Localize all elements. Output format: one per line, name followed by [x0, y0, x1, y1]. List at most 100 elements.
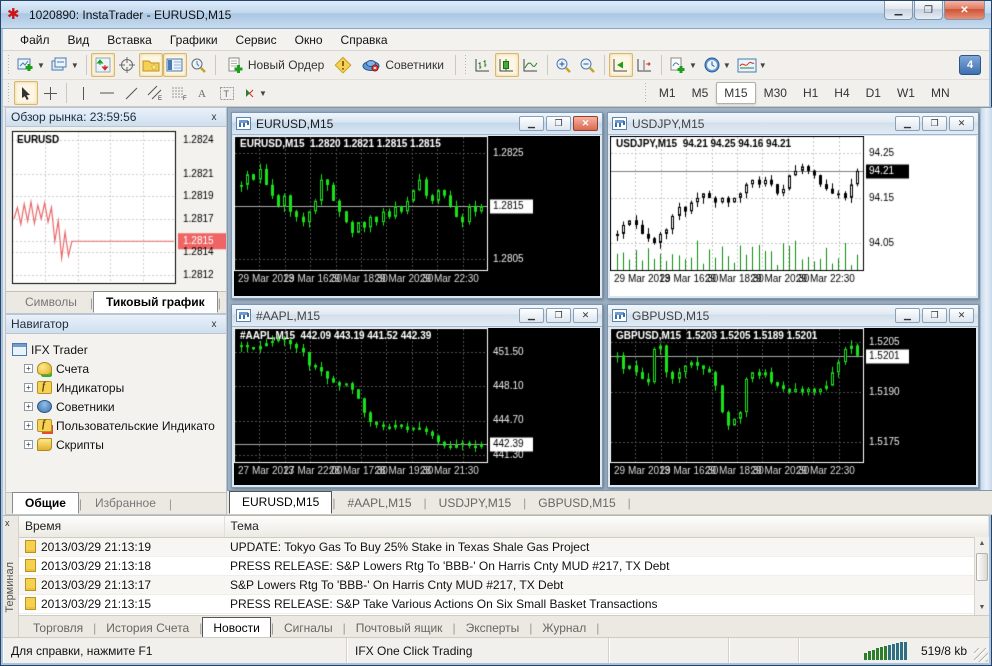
trendline-tool[interactable] [119, 81, 143, 105]
cursor-tool-button[interactable] [14, 81, 38, 105]
chart-tab-EURUSD,M15[interactable]: EURUSD,M15 [229, 491, 333, 514]
candlestick-chart-button[interactable] [494, 53, 519, 77]
scrollbar-thumb[interactable] [976, 553, 988, 581]
horizontal-line-tool[interactable] [95, 81, 119, 105]
timeframe-W1[interactable]: W1 [889, 82, 923, 104]
minimize-button[interactable]: ▁ [884, 1, 913, 20]
terminal-toggle[interactable] [162, 53, 187, 77]
news-col-topic[interactable]: Тема [224, 516, 989, 538]
menu-item-Вставка[interactable]: Вставка [98, 31, 161, 49]
zoom-in-button[interactable] [552, 53, 576, 77]
chart-window-titlebar[interactable]: EURUSD,M15 ▁ ❐ ✕ [232, 113, 602, 135]
bar-chart-button[interactable] [471, 53, 495, 77]
restore-button[interactable]: ❐ [546, 308, 571, 323]
close-icon[interactable]: x [207, 319, 221, 330]
equidistant-channel-tool[interactable]: E [143, 81, 167, 105]
minimize-button[interactable]: ▁ [519, 116, 544, 131]
timeframe-M30[interactable]: M30 [756, 82, 795, 104]
close-button[interactable]: ✕ [573, 116, 598, 131]
timeframe-M5[interactable]: M5 [684, 82, 717, 104]
expand-icon[interactable]: + [24, 440, 33, 449]
timeframe-H1[interactable]: H1 [795, 82, 826, 104]
close-icon[interactable]: x [207, 112, 221, 123]
zoom-out-button[interactable] [576, 53, 600, 77]
messages-badge-button[interactable]: 4 [959, 55, 981, 75]
profiles-button[interactable]: ▼ [48, 53, 82, 77]
chart-tab-#AAPL,M15[interactable]: #AAPL,M15 [335, 493, 423, 514]
candlestick-chart[interactable] [234, 136, 534, 286]
timeframe-M1[interactable]: M1 [651, 82, 684, 104]
timeframe-MN[interactable]: MN [923, 82, 958, 104]
minimize-button[interactable]: ▁ [895, 116, 920, 131]
menu-item-Графики[interactable]: Графики [161, 31, 227, 49]
scroll-down-icon[interactable]: ▼ [975, 601, 989, 615]
table-row[interactable]: 2013/03/29 21:13:18 PRESS RELEASE: S&P Lo… [19, 556, 989, 576]
chart-window-titlebar[interactable]: USDJPY,M15 ▁ ❐ ✕ [608, 113, 978, 135]
auto-scroll-button[interactable] [608, 53, 633, 77]
line-chart-button[interactable] [519, 53, 543, 77]
chart-tab-GBPUSD,M15[interactable]: GBPUSD,M15 [526, 493, 627, 514]
text-label-tool[interactable]: T [215, 81, 239, 105]
chart-tab-USDJPY,M15[interactable]: USDJPY,M15 [427, 493, 523, 514]
close-button[interactable]: ✕ [944, 1, 985, 20]
candlestick-chart[interactable] [610, 328, 910, 478]
chart-shift-button[interactable] [633, 53, 657, 77]
expand-icon[interactable]: + [24, 421, 33, 430]
table-row[interactable]: 2013/03/29 21:13:19 UPDATE: Tokyo Gas To … [19, 537, 989, 557]
close-button[interactable]: ✕ [949, 116, 974, 131]
expert-advisors-button[interactable]: Советники [355, 53, 451, 77]
toolbar-grip[interactable] [6, 83, 11, 103]
market-watch-toggle[interactable] [90, 53, 115, 77]
strategy-tester-button[interactable] [187, 53, 211, 77]
text-tool[interactable]: A [191, 81, 215, 105]
navigator-toggle[interactable] [138, 53, 163, 77]
navigator-item-IFX Trader[interactable]: IFX Trader [12, 340, 224, 359]
candlestick-chart[interactable] [610, 136, 910, 286]
navigator-header[interactable]: Навигатор x [6, 315, 226, 334]
navigator-item-Пользовательские Индикато[interactable]: + f Пользовательские Индикато [12, 416, 224, 435]
restore-button[interactable]: ❐ [922, 116, 947, 131]
new-order-button[interactable]: Новый Ордер [220, 53, 331, 77]
status-one-click-trading[interactable]: IFX One Click Trading [347, 638, 609, 663]
menu-item-Справка[interactable]: Справка [332, 31, 397, 49]
terminal-tab-Почтовый ящик[interactable]: Почтовый ящик [346, 618, 453, 639]
restore-button[interactable]: ❐ [546, 116, 571, 131]
minimize-button[interactable]: ▁ [519, 308, 544, 323]
terminal-tab-История Счета[interactable]: История Счета [96, 618, 199, 639]
expand-icon[interactable]: + [24, 364, 33, 373]
terminal-tab-Торговля[interactable]: Торговля [23, 618, 93, 639]
arrows-tool-button[interactable]: ▼ [239, 81, 270, 105]
resize-grip[interactable] [974, 648, 988, 662]
chart-window-titlebar[interactable]: #AAPL,M15 ▁ ❐ ✕ [232, 305, 602, 327]
menu-item-Сервис[interactable]: Сервис [227, 31, 286, 49]
chart-window-aapl[interactable]: #AAPL,M15 ▁ ❐ ✕ [231, 304, 603, 488]
templates-button[interactable]: ▼ [734, 53, 770, 77]
indicators-button[interactable]: ▼ [666, 53, 700, 77]
tab-Избранное[interactable]: Избранное [82, 492, 169, 514]
menu-item-Окно[interactable]: Окно [286, 31, 332, 49]
timeframe-D1[interactable]: D1 [858, 82, 889, 104]
menu-item-Файл[interactable]: Файл [11, 31, 59, 49]
tab-Общие[interactable]: Общие [12, 492, 79, 514]
periods-button[interactable]: ▼ [700, 53, 734, 77]
timeframe-H4[interactable]: H4 [826, 82, 857, 104]
candlestick-chart[interactable] [234, 328, 534, 478]
terminal-tab-Сигналы[interactable]: Сигналы [274, 618, 343, 639]
chart-window-eurusd[interactable]: EURUSD,M15 ▁ ❐ ✕ [231, 112, 603, 299]
chart-window-gbpusd[interactable]: GBPUSD,M15 ▁ ❐ ✕ [607, 304, 979, 488]
minimize-button[interactable]: ▁ [895, 308, 920, 323]
menu-item-Вид[interactable]: Вид [59, 31, 99, 49]
tick-chart[interactable] [6, 127, 226, 290]
close-icon[interactable]: x [5, 518, 10, 528]
scroll-up-icon[interactable]: ▲ [975, 537, 989, 551]
restore-button[interactable]: ❐ [922, 308, 947, 323]
fibonacci-tool[interactable]: F [167, 81, 191, 105]
terminal-tab-Эксперты[interactable]: Эксперты [456, 618, 530, 639]
chart-window-titlebar[interactable]: GBPUSD,M15 ▁ ❐ ✕ [608, 305, 978, 327]
expand-icon[interactable]: + [24, 383, 33, 392]
new-chart-button[interactable]: ▼ [14, 53, 48, 77]
tab-Тиковый график[interactable]: Тиковый график [93, 291, 218, 313]
alerts-icon[interactable] [331, 53, 355, 77]
tab-Символы[interactable]: Символы [12, 291, 90, 313]
navigator-item-Советники[interactable]: + Советники [12, 397, 224, 416]
